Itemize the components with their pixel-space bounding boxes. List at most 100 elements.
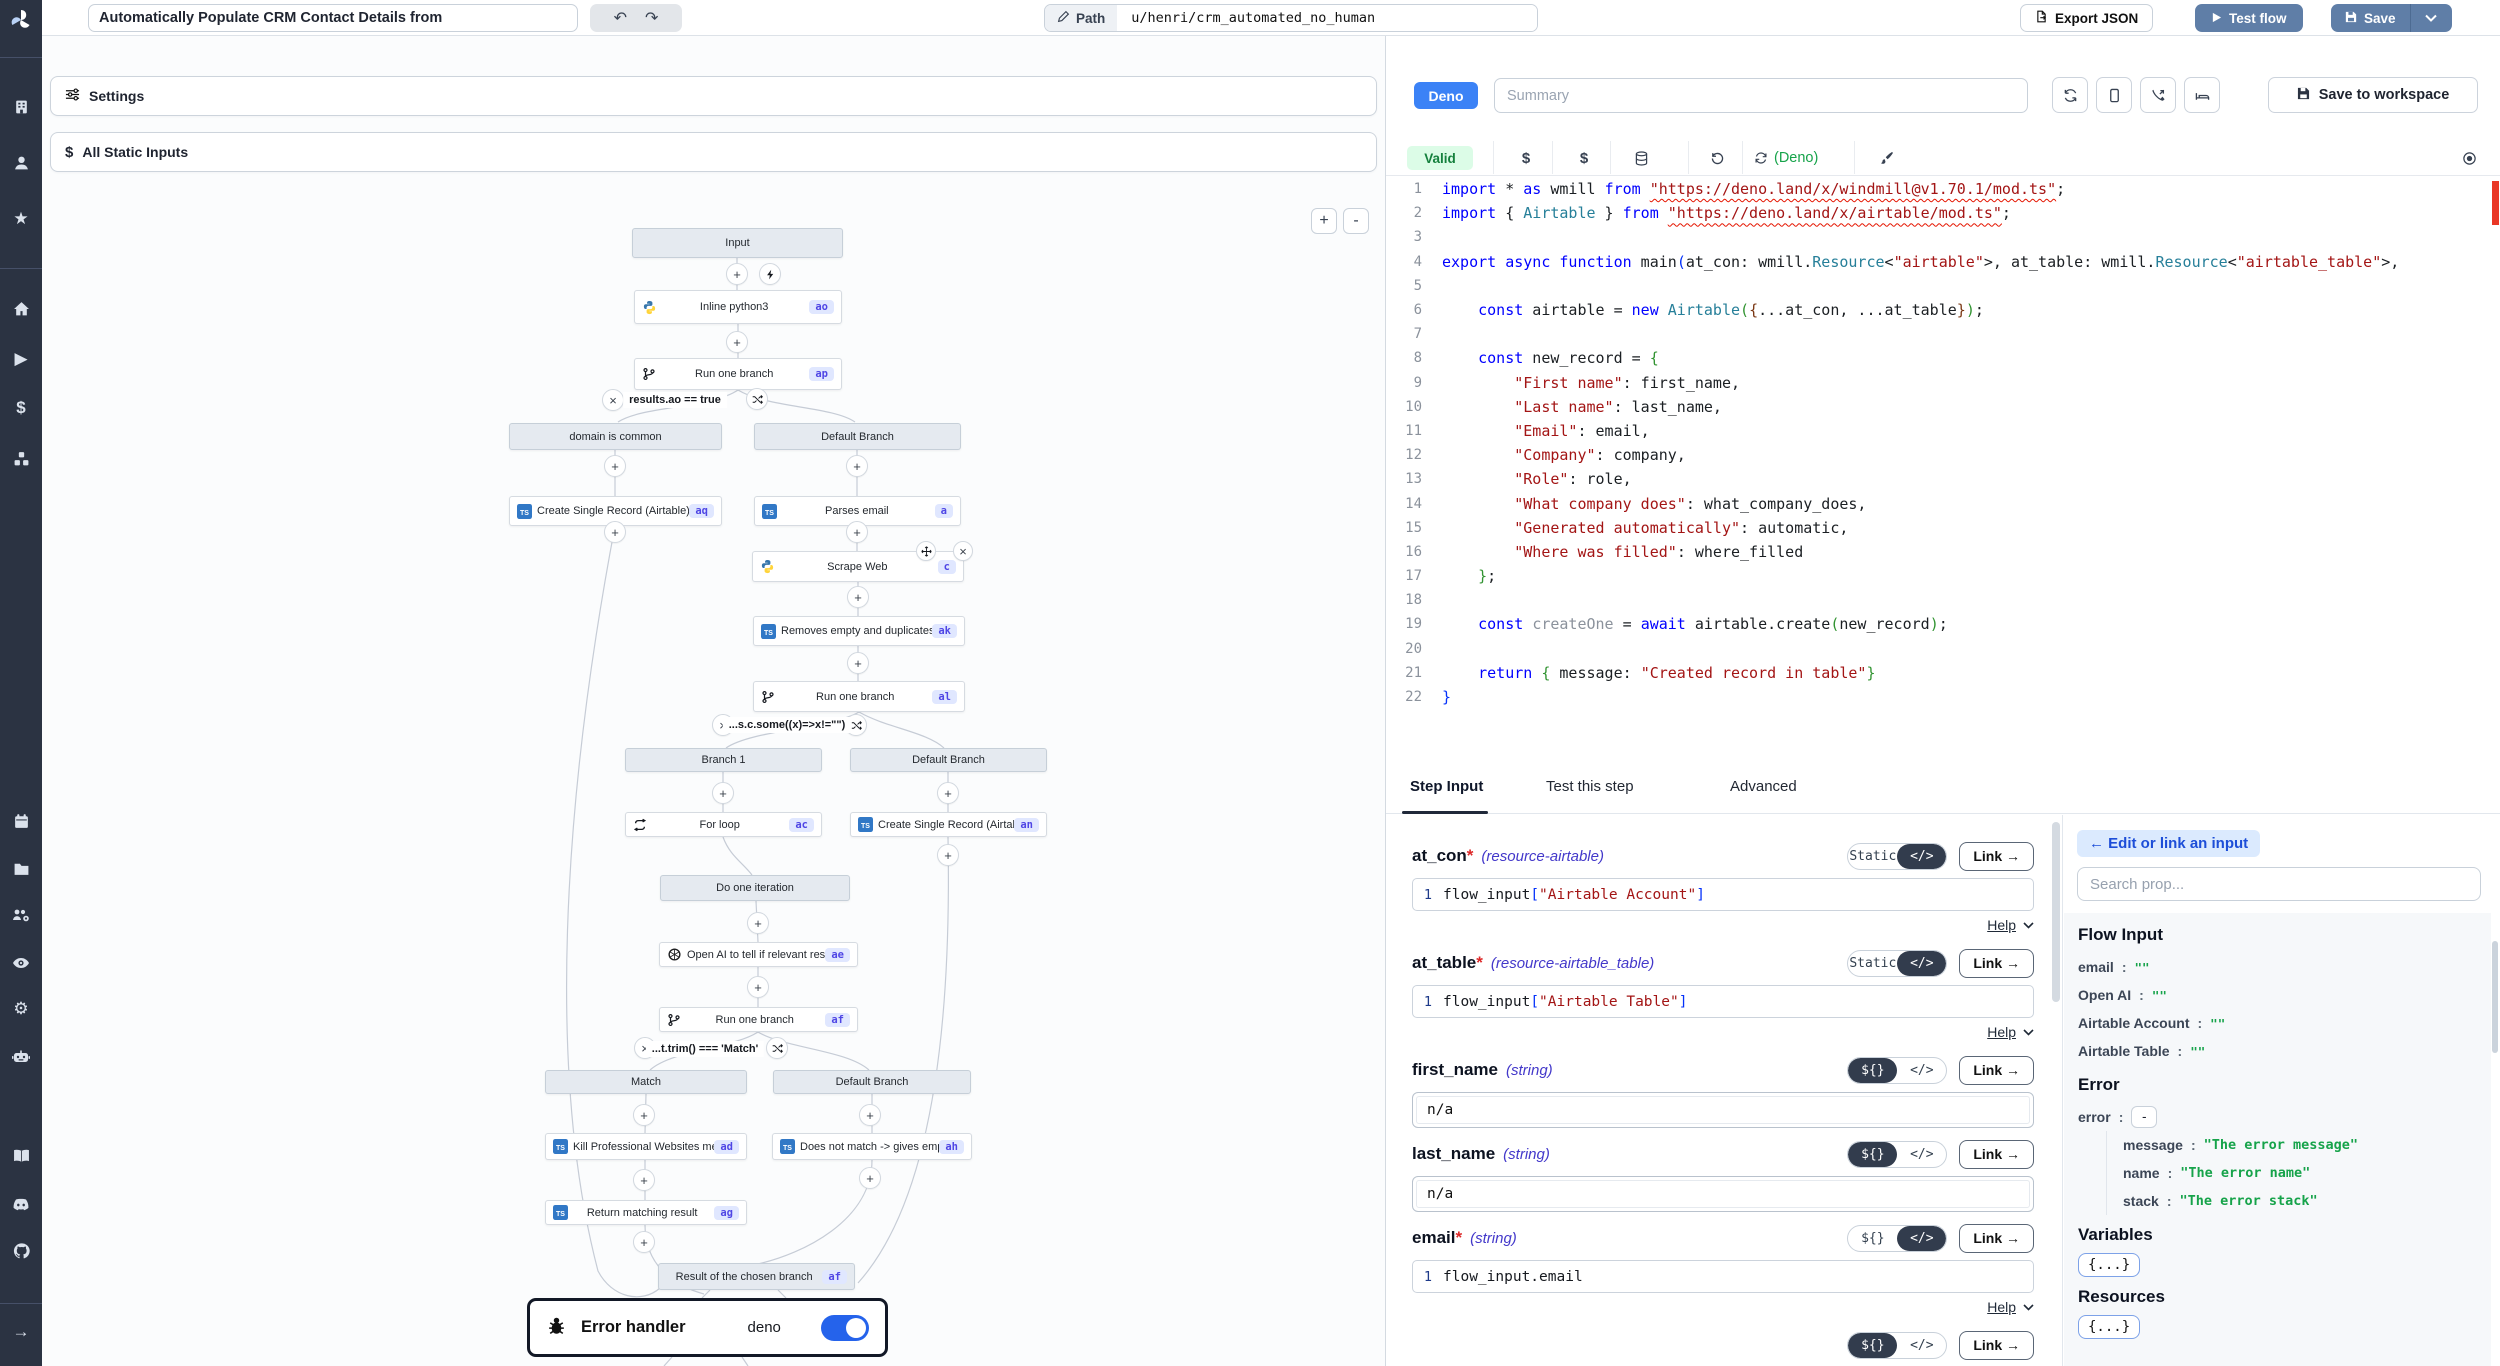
static-code-toggle[interactable]: Static </>	[1847, 950, 1947, 977]
link-button[interactable]: Link →	[1959, 1224, 2034, 1253]
play-icon[interactable]: ▶	[0, 349, 42, 369]
help-link[interactable]: Help	[1987, 1299, 2016, 1315]
move-node-button[interactable]	[916, 541, 936, 561]
insert-step-button[interactable]: +	[937, 782, 959, 804]
link-button[interactable]: Link →	[1959, 1140, 2034, 1169]
code-line[interactable]: 17 };	[1386, 564, 2492, 588]
redo-icon[interactable]: ↷	[645, 8, 658, 28]
calendar-icon[interactable]	[0, 813, 42, 830]
dollar-vars-icon[interactable]: $	[1514, 146, 1538, 170]
flow-node-branch-1[interactable]: Branch 1	[625, 748, 822, 772]
edit-or-link-back-button[interactable]: ← Edit or link an input	[2077, 830, 2260, 857]
variables-object-chip[interactable]: {...}	[2078, 1253, 2140, 1277]
restart-icon[interactable]	[2052, 77, 2088, 113]
users-gear-icon[interactable]	[0, 907, 42, 923]
flow-node-domain-is-common[interactable]: domain is common	[509, 423, 722, 450]
code-line[interactable]: 6 const airtable = new Airtable({...at_c…	[1386, 298, 2492, 322]
save-dropdown-button[interactable]	[2410, 4, 2452, 32]
home-icon[interactable]	[0, 301, 42, 318]
user-icon[interactable]	[0, 155, 42, 172]
prop-row-open-ai[interactable]: Open AI:""	[2078, 981, 2491, 1009]
flow-node-removes-empty-and-duplicates[interactable]: TSRemoves empty and duplicatesak	[753, 616, 965, 646]
code-line[interactable]: 1import * as wmill from "https://deno.la…	[1386, 177, 2492, 201]
test-flow-button[interactable]: Test flow	[2195, 4, 2303, 32]
insert-step-button[interactable]: +	[846, 455, 868, 477]
insert-step-button[interactable]: +	[712, 782, 734, 804]
shuffle-branches-button[interactable]	[766, 1037, 788, 1059]
code-line[interactable]: 5	[1386, 274, 2492, 298]
reload-lang-icon[interactable]	[1750, 146, 1772, 170]
remove-branch-button[interactable]: ×	[602, 389, 624, 411]
prop-row-error-message[interactable]: message:"The error message"	[2123, 1131, 2491, 1159]
code-line[interactable]: 16 "Where was filled": where_filled	[1386, 540, 2492, 564]
path-value[interactable]: u/henri/crm_automated_no_human	[1117, 5, 1537, 31]
flow-node-run-one-branch-ap[interactable]: Run one branchap	[634, 358, 842, 390]
prop-row-airtable-account[interactable]: Airtable Account:""	[2078, 1009, 2491, 1037]
search-prop-input[interactable]	[2077, 867, 2481, 901]
code-line[interactable]: 12 "Company": company,	[1386, 443, 2492, 467]
remove-node-button[interactable]: ×	[953, 541, 973, 561]
eye-icon[interactable]	[0, 957, 42, 970]
flow-node-default-branch-3[interactable]: Default Branch	[773, 1070, 971, 1094]
prop-row-airtable-table[interactable]: Airtable Table:""	[2078, 1037, 2491, 1065]
history-icon[interactable]	[1704, 146, 1730, 170]
arrow-right-icon[interactable]: →	[0, 1322, 42, 1342]
assistant-target-icon[interactable]	[2456, 146, 2482, 170]
code-line[interactable]: 9 "First name": first_name,	[1386, 371, 2492, 395]
code-line[interactable]: 3	[1386, 225, 2492, 249]
flow-node-create-single-record-an[interactable]: TSCreate Single Record (Airtable)an	[850, 812, 1047, 837]
tab-step-input[interactable]: Step Input	[1410, 778, 1483, 795]
insert-step-button[interactable]: +	[633, 1231, 655, 1253]
resources-object-chip[interactable]: {...}	[2078, 1315, 2140, 1339]
link-button[interactable]: Link →	[1959, 842, 2034, 871]
flow-node-return-matching-result[interactable]: TSReturn matching resultag	[545, 1200, 747, 1225]
tab-test-this-step[interactable]: Test this step	[1546, 778, 1634, 795]
discord-icon[interactable]	[0, 1198, 42, 1212]
save-button[interactable]: Save	[2331, 4, 2410, 32]
collapse-button[interactable]: -	[2131, 1106, 2157, 1128]
static-code-toggle[interactable]: ${} </>	[1847, 1057, 1947, 1084]
code-line[interactable]: 20	[1386, 637, 2492, 661]
flow-node-open-ai-relevant-result[interactable]: Open AI to tell if relevant resultae	[659, 942, 858, 967]
insert-step-button[interactable]: +	[847, 586, 869, 608]
flow-node-default-branch-1[interactable]: Default Branch	[754, 423, 961, 450]
flow-node-kill-professional-websites-mentions[interactable]: TSKill Professional Websites mentionsad	[545, 1133, 747, 1160]
pane-divider[interactable]	[1385, 36, 1386, 1366]
code-line[interactable]: 2import { Airtable } from "https://deno.…	[1386, 201, 2492, 225]
flow-canvas[interactable]: InputInline python3aoRun one branchapdom…	[42, 36, 1385, 1366]
insert-step-button[interactable]: +	[747, 912, 769, 934]
path-control[interactable]: Path u/henri/crm_automated_no_human	[1044, 4, 1538, 32]
summary-input[interactable]	[1494, 78, 2028, 113]
tab-advanced[interactable]: Advanced	[1730, 778, 1797, 795]
help-link[interactable]: Help	[1987, 1024, 2016, 1040]
link-button[interactable]: Link →	[1959, 1056, 2034, 1085]
flow-node-default-branch-2[interactable]: Default Branch	[850, 748, 1047, 772]
language-badge[interactable]: Deno	[1414, 82, 1478, 109]
code-line[interactable]: 22}	[1386, 685, 2492, 709]
flow-node-input[interactable]: Input	[632, 228, 843, 258]
error-handler-toggle[interactable]	[821, 1315, 869, 1341]
code-line[interactable]: 4export async function main(at_con: wmil…	[1386, 250, 2492, 274]
dock-icon[interactable]	[2184, 77, 2220, 113]
prop-row-error-name[interactable]: name:"The error name"	[2123, 1159, 2491, 1187]
flow-node-run-one-branch-al[interactable]: Run one branchal	[753, 681, 965, 712]
first-name-input[interactable]	[1416, 1096, 2030, 1124]
help-link[interactable]: Help	[1987, 917, 2016, 933]
props-scrollbar[interactable]	[2492, 941, 2498, 1053]
mobile-view-icon[interactable]	[2096, 77, 2132, 113]
link-button[interactable]: Link →	[1959, 1331, 2034, 1360]
error-handler-node[interactable]: Error handler deno	[527, 1298, 888, 1357]
static-code-toggle[interactable]: Static </>	[1847, 843, 1947, 870]
code-line[interactable]: 13 "Role": role,	[1386, 467, 2492, 491]
flow-node-does-not-match-gives-empty-value[interactable]: TSDoes not match -> gives empty valueah	[772, 1133, 972, 1160]
windmill-logo-icon[interactable]	[0, 8, 42, 32]
prop-row-email[interactable]: email:""	[2078, 953, 2491, 981]
insert-step-button[interactable]: +	[604, 455, 626, 477]
link-button[interactable]: Link →	[1959, 949, 2034, 978]
flow-node-do-one-iteration[interactable]: Do one iteration	[660, 875, 850, 901]
dollar-icon[interactable]: $	[0, 398, 42, 418]
insert-step-button[interactable]: +	[604, 521, 626, 543]
expr-input[interactable]: 1flow_input.email	[1412, 1260, 2034, 1293]
export-json-button[interactable]: Export JSON	[2020, 4, 2153, 32]
format-brush-icon[interactable]	[1874, 146, 1900, 170]
